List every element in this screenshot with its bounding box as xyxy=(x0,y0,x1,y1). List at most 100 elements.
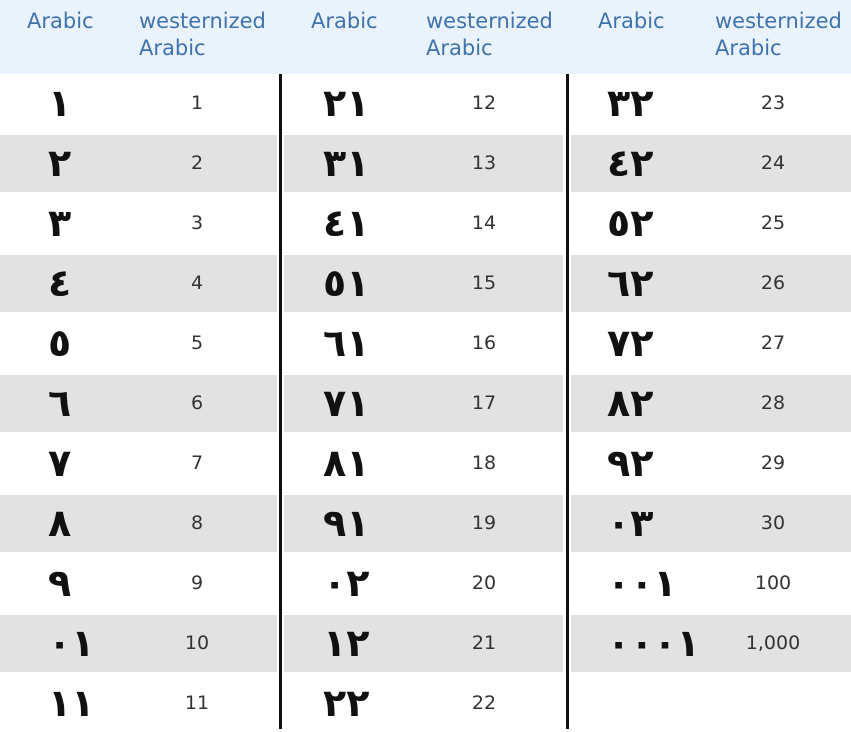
arabic-numeral: ١٩ xyxy=(323,501,370,545)
western-numeral: 23 xyxy=(760,92,786,114)
western-numeral: 30 xyxy=(760,512,786,534)
western-numeral: 8 xyxy=(190,512,204,534)
column-divider-1 xyxy=(279,74,282,729)
header-western-2: westernized Arabic xyxy=(426,8,553,62)
header-western-3-line1: westernized xyxy=(715,9,842,33)
arabic-numeral: ١٥ xyxy=(323,261,370,305)
arabic-numeral: ١٧ xyxy=(323,381,370,425)
arabic-numeral: ١٠٠ xyxy=(607,561,677,605)
arabic-numeral: ٢٨ xyxy=(607,381,654,425)
western-numeral: 13 xyxy=(471,152,497,174)
western-numeral: 28 xyxy=(760,392,786,414)
arabic-numeral: ٣ xyxy=(48,201,72,245)
arabic-numeral: ٦ xyxy=(48,381,72,425)
table-row: ٢٣ 23 xyxy=(571,75,851,132)
table-row: ١٩ 19 xyxy=(284,495,563,552)
western-numeral: 24 xyxy=(760,152,786,174)
arabic-numeral: ٢٧ xyxy=(607,321,654,365)
western-numeral: 26 xyxy=(760,272,786,294)
table-row: ١٢ 12 xyxy=(284,75,563,132)
table-row: ٣3 xyxy=(0,195,277,252)
arabic-numeral: ١٨ xyxy=(323,441,370,485)
arabic-numeral: ١٢ xyxy=(323,81,370,125)
arabic-numeral: ٤ xyxy=(48,261,72,305)
header-western-2-line1: westernized xyxy=(426,9,553,33)
table-row: ٣٠ 30 xyxy=(571,495,851,552)
arabic-numeral: ٥ xyxy=(48,321,72,365)
header-arabic-3: Arabic xyxy=(598,9,665,33)
western-numeral: 16 xyxy=(471,332,497,354)
table-row: ١٠٠ 100 xyxy=(571,555,851,612)
table-row: ٤4 xyxy=(0,255,277,312)
table-row: ٢٥ 25 xyxy=(571,195,851,252)
table-row: ٨8 xyxy=(0,495,277,552)
western-numeral: 3 xyxy=(190,212,204,234)
western-numeral: 18 xyxy=(471,452,497,474)
arabic-numeral: ١٦ xyxy=(323,321,370,365)
table-row: ١٨ 18 xyxy=(284,435,563,492)
arabic-numeral: ٣٠ xyxy=(607,501,654,545)
table-row: ٢2 xyxy=(0,135,277,192)
table-row: ٢٨ 28 xyxy=(571,375,851,432)
table-row: ٥5 xyxy=(0,315,277,372)
arabic-numeral: ١ xyxy=(48,81,72,125)
western-numeral: 27 xyxy=(760,332,786,354)
table-row: ٢٦ 26 xyxy=(571,255,851,312)
table-row: ٢٢ 22 xyxy=(284,675,563,732)
header-western-3: westernized Arabic xyxy=(715,8,842,62)
arabic-numeral: ٢٦ xyxy=(607,261,654,305)
table-row: ١٥ 15 xyxy=(284,255,563,312)
western-numeral: 11 xyxy=(184,692,210,714)
arabic-numeral: ١٣ xyxy=(323,141,370,185)
table-row: ١١ 11 xyxy=(0,675,277,732)
western-numeral: 9 xyxy=(190,572,204,594)
table-header: Arabic westernized Arabic Arabic westerni… xyxy=(0,0,851,74)
western-numeral: 2 xyxy=(190,152,204,174)
arabic-numeral: ١٤ xyxy=(323,201,370,245)
column-divider-2 xyxy=(566,74,569,729)
arabic-numeral: ٢٠ xyxy=(323,561,370,605)
arabic-numeral: ١٠٠٠ xyxy=(607,621,700,665)
table-row: ٢٤ 24 xyxy=(571,135,851,192)
western-numeral: 5 xyxy=(190,332,204,354)
table-row: ٢٧ 27 xyxy=(571,315,851,372)
header-western-2-line2: Arabic xyxy=(426,36,493,60)
western-numeral: 12 xyxy=(471,92,497,114)
western-numeral: 17 xyxy=(471,392,497,414)
table-row: ١٦ 16 xyxy=(284,315,563,372)
arabic-numeral: ٢٣ xyxy=(607,81,654,125)
arabic-numeral: ٢٤ xyxy=(607,141,654,185)
table-row: ١٠ 10 xyxy=(0,615,277,672)
western-numeral: 22 xyxy=(471,692,497,714)
arabic-numeral: ٢٩ xyxy=(607,441,654,485)
western-numeral: 19 xyxy=(471,512,497,534)
table-row: ٧7 xyxy=(0,435,277,492)
table-row: ٩9 xyxy=(0,555,277,612)
table-row: ١٠٠٠ 1,000 xyxy=(571,615,851,672)
header-western-1: westernized Arabic xyxy=(139,8,266,62)
header-western-1-line1: westernized xyxy=(139,9,266,33)
arabic-numeral: ٩ xyxy=(48,561,72,605)
header-western-1-line2: Arabic xyxy=(139,36,206,60)
western-numeral: 7 xyxy=(190,452,204,474)
arabic-numeral: ٢ xyxy=(48,141,72,185)
table-row: ٢٠ 20 xyxy=(284,555,563,612)
western-numeral: 20 xyxy=(471,572,497,594)
table-row: ١٧ 17 xyxy=(284,375,563,432)
western-numeral: 25 xyxy=(760,212,786,234)
table-row: ٦6 xyxy=(0,375,277,432)
western-numeral: 1 xyxy=(190,92,204,114)
table-row: ١1 xyxy=(0,75,277,132)
western-numeral: 15 xyxy=(471,272,497,294)
arabic-numeral: ٢٥ xyxy=(607,201,654,245)
header-western-3-line2: Arabic xyxy=(715,36,782,60)
western-numeral: 100 xyxy=(754,572,792,594)
western-numeral: 21 xyxy=(471,632,497,654)
header-arabic-1: Arabic xyxy=(27,9,94,33)
western-numeral: 10 xyxy=(184,632,210,654)
western-numeral: 1,000 xyxy=(745,632,801,654)
arabic-numeral: ٨ xyxy=(48,501,72,545)
western-numeral: 4 xyxy=(190,272,204,294)
arabic-numeral: ١٠ xyxy=(48,621,95,665)
header-arabic-2: Arabic xyxy=(311,9,378,33)
